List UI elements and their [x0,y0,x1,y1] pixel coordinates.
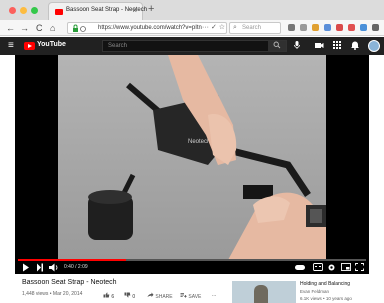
microphone-icon[interactable] [293,40,301,53]
video-label: Neotech [188,139,210,145]
video-frame[interactable]: Neotech [58,55,326,260]
like-button[interactable]: 6 [103,292,114,300]
search-icon: ⌕ [233,24,237,31]
video-scene-image: Neotech [58,55,326,260]
minimize-window-button[interactable] [20,7,27,14]
browser-nav-bar: ← → C ⌂ https://www.youtube.com/watch?v=… [0,20,384,36]
youtube-search-input[interactable]: Search [102,40,287,52]
pocket-icon[interactable] [324,24,331,31]
browser-tab[interactable]: Bassoon Seat Strap - Neotech × [48,2,147,20]
youtube-logo-icon[interactable] [24,42,35,50]
extension-icon[interactable] [348,24,355,31]
video-title: Bassoon Seat Strap - Neotech [22,279,117,286]
close-tab-icon[interactable]: × [132,6,137,15]
player-controls: 0:40 / 2:09 [15,262,369,274]
time-display: 0:40 / 2:09 [64,264,88,270]
page-actions-icon[interactable]: ··· ✓ ☆ [202,23,225,31]
browser-tab-strip: Bassoon Seat Strap - Neotech × + [0,0,384,20]
settings-gear-icon[interactable] [327,263,336,274]
fullscreen-icon[interactable] [355,263,364,274]
dislike-button[interactable]: 0 [124,292,135,300]
close-window-button[interactable] [9,7,16,14]
ublock-icon[interactable] [336,24,343,31]
create-video-icon[interactable] [314,40,324,53]
share-icon [147,292,154,297]
youtube-logo-text[interactable]: YouTube [37,41,66,48]
menu-icon[interactable] [372,24,379,31]
browser-search-input[interactable]: ⌕ Search [229,22,281,34]
dislike-count: 0 [132,294,136,300]
save-label: SAVE [188,294,202,300]
more-actions-button[interactable]: ... [212,292,216,298]
search-icon [273,41,281,49]
notifications-bell-icon[interactable] [350,40,360,53]
apps-grid-icon[interactable] [332,40,342,53]
play-icon[interactable] [22,263,30,274]
save-button[interactable]: SAVE [180,292,201,300]
recommended-author[interactable]: Evan Feldman [300,289,329,294]
progress-bar[interactable] [18,259,366,261]
video-player[interactable]: Neotech 0:40 / 2:09 [15,55,369,274]
thumbnail-figure [254,285,268,303]
home-icon[interactable]: ⌂ [50,22,55,34]
extension-icon[interactable] [360,24,367,31]
playlist-add-icon [180,293,187,298]
sidebar-icon[interactable] [300,24,307,31]
like-count: 6 [111,294,115,300]
share-button[interactable]: SHARE [147,292,173,300]
captions-icon[interactable] [313,263,323,274]
video-meta: 1,448 views • Mar 20, 2014 [22,291,83,297]
new-tab-button[interactable]: + [148,3,154,15]
maximize-window-button[interactable] [31,7,38,14]
youtube-header: ≡ YouTube Search [0,37,384,55]
thumbs-down-icon [124,292,131,298]
search-placeholder: Search [242,25,262,31]
youtube-favicon-icon [55,9,63,15]
recommended-thumbnail[interactable] [232,281,296,303]
reload-icon[interactable]: C [36,22,43,34]
url-text: https://www.youtube.com/watch?v=pItn [98,25,202,31]
address-bar[interactable]: https://www.youtube.com/watch?v=pItn ···… [67,22,227,34]
library-icon[interactable] [288,24,295,31]
lock-icon [72,24,86,35]
next-icon[interactable] [36,263,44,274]
progress-bar-fill [18,259,126,261]
hamburger-menu-icon[interactable]: ≡ [8,40,14,51]
youtube-search-placeholder: Search [108,43,128,49]
youtube-search-button[interactable] [268,41,286,51]
thumbs-up-icon [103,292,110,298]
share-label: SHARE [155,294,173,300]
autoplay-toggle[interactable] [295,265,305,270]
forward-icon[interactable]: → [20,22,29,34]
recommended-title[interactable]: Holding and Balancing [300,281,350,287]
recommended-views: 6.1K views • 10 years ago [300,296,352,301]
extension-icon[interactable] [312,24,319,31]
back-icon[interactable]: ← [6,22,15,34]
avatar[interactable] [368,40,380,52]
volume-icon[interactable] [49,263,60,274]
miniplayer-icon[interactable] [341,263,351,274]
